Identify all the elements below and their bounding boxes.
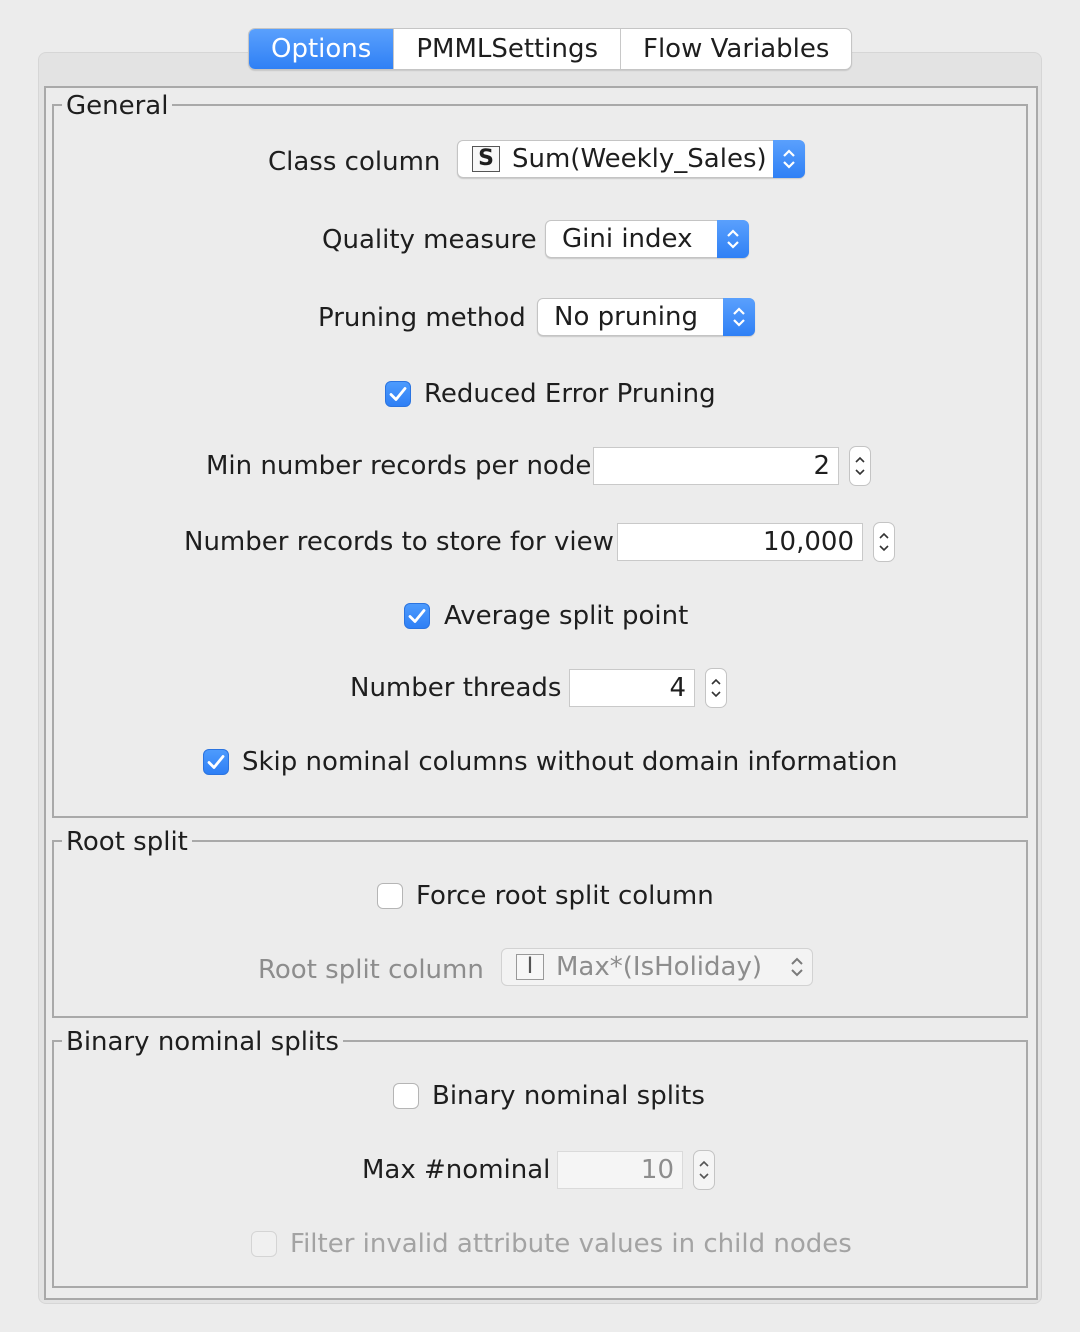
max-nominal-spinner[interactable] xyxy=(693,1150,715,1190)
reduced-error-pruning-label[interactable]: Reduced Error Pruning xyxy=(424,378,716,410)
checkmark-icon xyxy=(389,387,407,401)
threads-label: Number threads xyxy=(350,673,562,703)
max-nominal-label: Max #nominal xyxy=(362,1155,551,1185)
string-type-icon: S xyxy=(472,146,500,172)
integer-type-icon: I xyxy=(516,954,544,980)
average-split-label[interactable]: Average split point xyxy=(444,600,688,632)
force-root-checkbox[interactable] xyxy=(377,883,403,909)
skip-nominal-checkbox[interactable] xyxy=(203,749,229,775)
min-records-label: Min number records per node xyxy=(206,451,592,481)
class-column-value: Sum(Weekly_Sales) xyxy=(512,144,767,174)
general-legend: General xyxy=(62,91,173,121)
tab-flow-variables[interactable]: Flow Variables xyxy=(621,29,851,69)
min-records-spinner[interactable] xyxy=(849,446,871,486)
average-split-checkbox[interactable] xyxy=(404,603,430,629)
pruning-method-label: Pruning method xyxy=(318,303,526,333)
binary-splits-checkbox[interactable] xyxy=(393,1083,419,1109)
skip-nominal-label[interactable]: Skip nominal columns without domain info… xyxy=(242,746,898,778)
class-column-label: Class column xyxy=(268,147,441,177)
checkmark-icon xyxy=(207,755,225,769)
root-split-column-select[interactable]: I Max*(IsHoliday) xyxy=(501,948,813,986)
quality-measure-value: Gini index xyxy=(562,224,693,254)
chevron-updown-icon xyxy=(717,220,749,258)
spinner-arrows-icon xyxy=(699,1160,709,1180)
root-split-legend: Root split xyxy=(62,827,192,857)
filter-invalid-label[interactable]: Filter invalid attribute values in child… xyxy=(290,1228,852,1260)
max-nominal-input[interactable]: 10 xyxy=(557,1151,683,1189)
quality-measure-label: Quality measure xyxy=(322,225,537,255)
records-store-spinner[interactable] xyxy=(873,522,895,562)
spinner-arrows-icon xyxy=(711,678,721,698)
reduced-error-pruning-checkbox[interactable] xyxy=(385,381,411,407)
threads-spinner[interactable] xyxy=(705,668,727,708)
filter-invalid-checkbox[interactable] xyxy=(251,1231,277,1257)
tab-bar: Options PMMLSettings Flow Variables xyxy=(248,28,853,70)
binary-nominal-legend: Binary nominal splits xyxy=(62,1027,343,1057)
spinner-arrows-icon xyxy=(855,456,865,476)
checkmark-icon xyxy=(408,609,426,623)
pruning-method-select[interactable]: No pruning xyxy=(537,298,755,336)
root-split-group xyxy=(52,840,1028,1018)
records-store-label: Number records to store for view xyxy=(184,527,614,557)
records-store-input[interactable]: 10,000 xyxy=(617,523,863,561)
force-root-label[interactable]: Force root split column xyxy=(416,880,714,912)
chevron-updown-icon xyxy=(781,948,813,986)
quality-measure-select[interactable]: Gini index xyxy=(545,220,749,258)
chevron-updown-icon xyxy=(723,298,755,336)
threads-input[interactable]: 4 xyxy=(569,669,695,707)
spinner-arrows-icon xyxy=(879,532,889,552)
tab-pmml-settings[interactable]: PMMLSettings xyxy=(394,29,621,69)
root-split-column-label: Root split column xyxy=(258,955,484,985)
binary-splits-label[interactable]: Binary nominal splits xyxy=(432,1080,705,1112)
root-split-column-value: Max*(IsHoliday) xyxy=(556,952,762,982)
pruning-method-value: No pruning xyxy=(554,302,698,332)
chevron-updown-icon xyxy=(773,140,805,178)
min-records-input[interactable]: 2 xyxy=(593,447,839,485)
class-column-select[interactable]: S Sum(Weekly_Sales) xyxy=(457,140,805,178)
tab-options[interactable]: Options xyxy=(249,29,395,69)
